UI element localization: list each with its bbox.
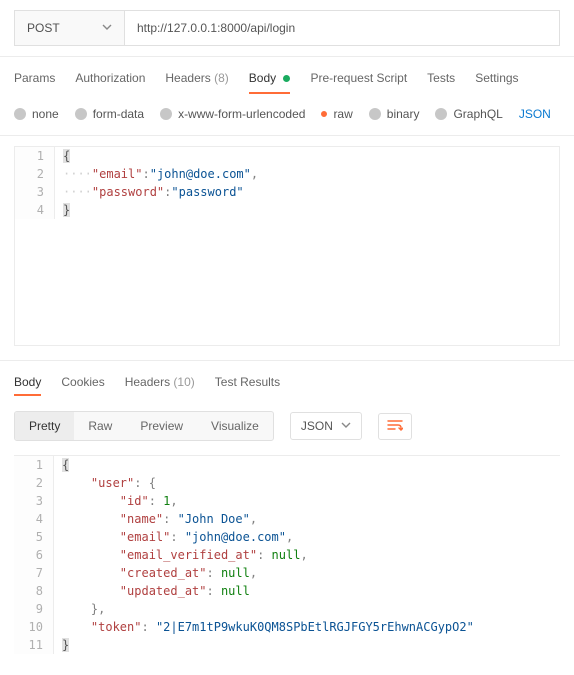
wrap-icon [387, 419, 403, 431]
radio-formdata[interactable]: form-data [75, 107, 144, 121]
response-lang-select[interactable]: JSON [290, 412, 362, 440]
chevron-down-icon [102, 22, 112, 35]
radio-dot-icon [14, 108, 26, 120]
resp-tab-testresults[interactable]: Test Results [215, 375, 280, 395]
radio-dot-icon [369, 108, 381, 120]
view-visualize[interactable]: Visualize [197, 412, 273, 440]
tab-prerequest[interactable]: Pre-request Script [310, 71, 407, 91]
body-type-row: none form-data x-www-form-urlencoded raw… [0, 101, 574, 136]
radio-dot-icon [160, 108, 172, 120]
tab-tests[interactable]: Tests [427, 71, 455, 91]
url-text: http://127.0.0.1:8000/api/login [137, 21, 295, 35]
method-label: POST [27, 21, 60, 35]
resp-tab-body[interactable]: Body [14, 375, 41, 395]
url-input[interactable]: http://127.0.0.1:8000/api/login [124, 10, 560, 46]
tab-headers[interactable]: Headers (8) [165, 71, 228, 91]
radio-dot-selected-icon [321, 111, 327, 117]
view-mode-group: Pretty Raw Preview Visualize [14, 411, 274, 441]
radio-raw[interactable]: raw [321, 107, 352, 121]
response-body-editor[interactable]: 1{ 2 "user": { 3 "id": 1, 4 "name": "Joh… [14, 455, 560, 654]
wrap-lines-button[interactable] [378, 413, 412, 440]
tab-body[interactable]: Body [249, 71, 291, 91]
view-raw[interactable]: Raw [74, 412, 126, 440]
body-modified-dot-icon [283, 75, 290, 82]
tab-authorization[interactable]: Authorization [75, 71, 145, 91]
request-row: POST http://127.0.0.1:8000/api/login [0, 0, 574, 57]
response-tabs: Body Cookies Headers (10) Test Results [0, 361, 574, 403]
radio-urlencoded[interactable]: x-www-form-urlencoded [160, 107, 305, 121]
method-select[interactable]: POST [14, 10, 124, 46]
view-preview[interactable]: Preview [126, 412, 197, 440]
request-tabs: Params Authorization Headers (8) Body Pr… [0, 57, 574, 101]
radio-binary[interactable]: binary [369, 107, 420, 121]
radio-graphql[interactable]: GraphQL [435, 107, 502, 121]
response-toolbar: Pretty Raw Preview Visualize JSON [0, 403, 574, 449]
raw-json-select[interactable]: JSON [519, 107, 551, 121]
request-body-editor[interactable]: 1{ 2····"email":"john@doe.com", 3····"pa… [14, 146, 560, 346]
view-pretty[interactable]: Pretty [15, 412, 74, 440]
resp-tab-cookies[interactable]: Cookies [61, 375, 104, 395]
radio-dot-icon [435, 108, 447, 120]
radio-none[interactable]: none [14, 107, 59, 121]
chevron-down-icon [341, 420, 351, 433]
tab-params[interactable]: Params [14, 71, 55, 91]
resp-tab-headers[interactable]: Headers (10) [125, 375, 195, 395]
radio-dot-icon [75, 108, 87, 120]
tab-settings[interactable]: Settings [475, 71, 518, 91]
